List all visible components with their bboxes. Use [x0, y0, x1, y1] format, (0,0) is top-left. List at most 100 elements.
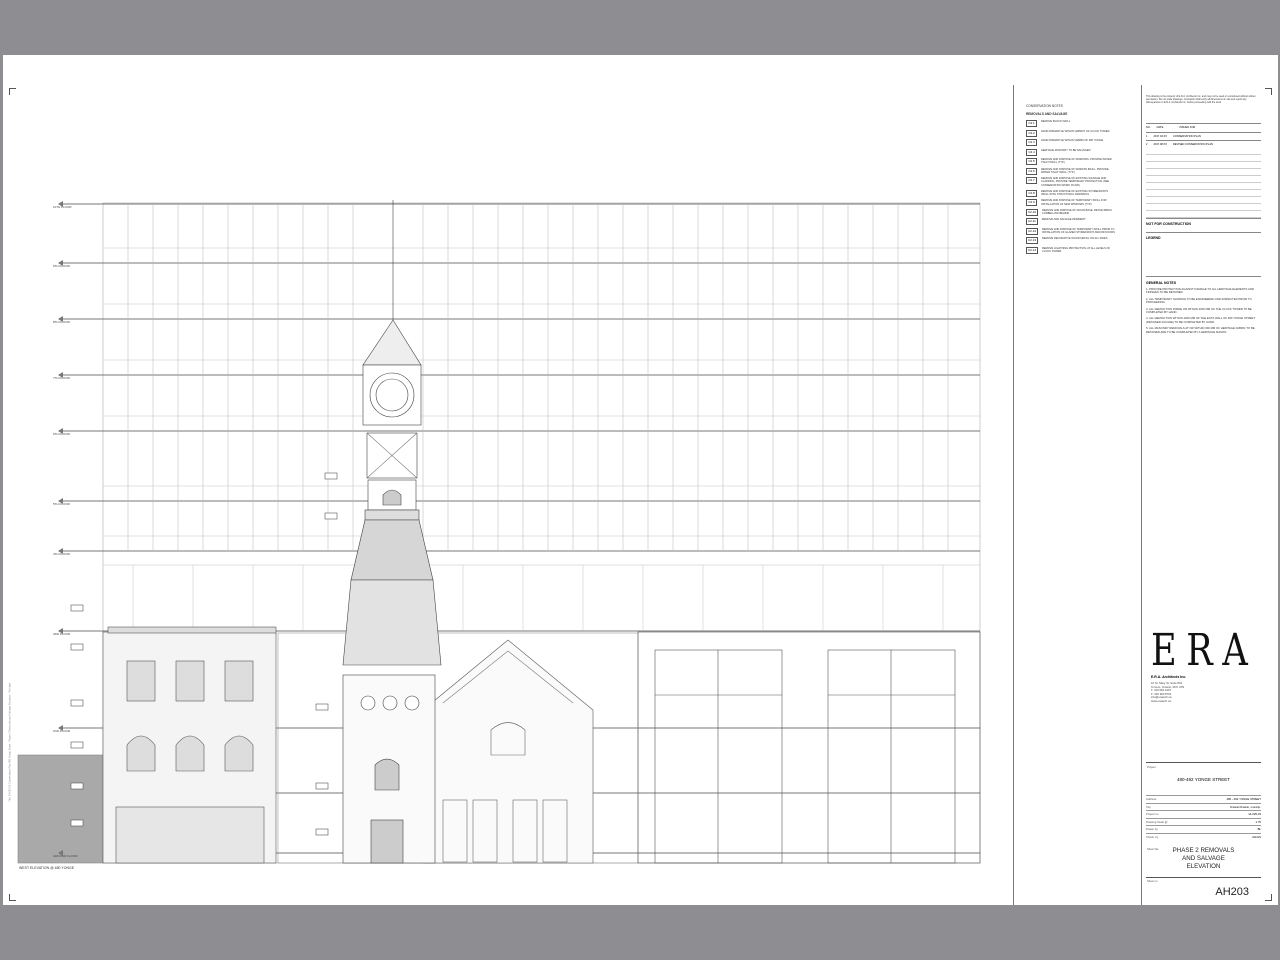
floor-label: GROUND FLOOR [53, 854, 78, 858]
field-value: 1:75 [1255, 819, 1261, 824]
field-label: Address [1146, 797, 1157, 802]
general-notes-title: GENERAL NOTES [1146, 276, 1261, 285]
elevation-title: WEST ELEVATION @ 480 YONGE [19, 866, 75, 870]
note-item: C2.13 REMOVE DECORATIVE WOOD DETAIL ON AL… [1026, 237, 1116, 245]
note-item: C2.10 REMOVE AND DISPOSE OF WOOD BASE. RE… [1026, 208, 1116, 216]
notes-subtitle: REMOVALS AND SALVAGE [1026, 112, 1068, 116]
note-tag: C2.8 [1026, 189, 1037, 197]
project-fields: Address 480 - 492 YONGE STREET City Ontario… [1146, 795, 1261, 840]
note-tag: C2.13 [1026, 237, 1039, 245]
note-text: REMOVE AND DISPOSE OF WOOD BASE. RETAIN … [1042, 208, 1113, 216]
note-tag: C2.11 [1026, 218, 1038, 226]
era-logo: ERA [1151, 625, 1258, 676]
address-line: www.eraarch.ca [1151, 698, 1171, 703]
note-item: C2.8 REMOVE AND DISPOSE OF EXISTING STORE… [1026, 189, 1116, 197]
rev-desc: REVISED CONSERVATION PLAN [1173, 143, 1213, 146]
project-field-row: Drawing Scale @ 1:75 [1146, 817, 1261, 826]
sheet-number: AH203 [1215, 886, 1249, 898]
field-value: BL [1257, 827, 1261, 832]
field-label: Drawn by [1146, 827, 1158, 832]
floor-label: 10TH FLOOR [53, 205, 72, 209]
revision-row: 1 2017.04.XX CONSERVATION PLAN [1146, 132, 1261, 140]
field-value: 14-025-03 [1248, 812, 1261, 817]
note-tag: C2.4 [1026, 148, 1037, 156]
note-text: REMOVE DECORATIVE WOOD DETAIL ON ALL SID… [1042, 237, 1108, 241]
note-item: C2.1 REMOVE BLOCK INFILL [1026, 120, 1116, 127]
sheet-no-label: Sheet no. [1147, 880, 1159, 883]
rev-date: 2017.04.XX [1153, 135, 1168, 138]
note-text: REMOVE BLOCK INFILL [1041, 120, 1071, 123]
rev-header-no: NO. [1146, 126, 1151, 129]
rev-no: 2 [1146, 143, 1148, 146]
floor-label: 4TH FLOOR [53, 552, 70, 556]
note-text: HERITAGE MASONRY TO BE SALVAGED [1041, 148, 1091, 152]
note-text: REMOVE AND DISPOSE OF WINDOWS. PROVIDE W… [1041, 158, 1112, 165]
note-tag: C2.5 [1026, 158, 1037, 165]
note-tag: C2.2 [1026, 129, 1037, 137]
note-item: C2.9 REMOVE AND DISPOSE OF TEMPORARY INFI… [1026, 199, 1116, 207]
floor-label: 6TH FLOOR [53, 432, 70, 436]
note-text: REMOVE AND DISPOSE OF EXISTING SIGNAGE A… [1041, 177, 1110, 187]
note-item: C2.5 REMOVE AND DISPOSE OF WINDOWS. PROVI… [1026, 158, 1116, 165]
note-item: C2.12 REMOVE AND DISPOSE OF TEMPORARY INF… [1026, 227, 1116, 235]
firm-address: 10 St. Mary St, Suite 801 Toronto, Ontari… [1151, 681, 1184, 704]
project-field-row: Project no. 14-025-03 [1146, 810, 1261, 818]
sheet-divider [1141, 85, 1142, 905]
notes-list: C2.1 REMOVE BLOCK INFILL C2.2 HAND DISMANTL… [1026, 120, 1116, 254]
project-field-row: City Ontario/Ontario, municip. [1146, 802, 1261, 811]
note-text: HAND DISMANTLE WITHIN CEMBA OF 480 YONGE [1041, 139, 1104, 142]
drawing-sheet: File: 14-025-03 Conservation Plan 480 Yo… [3, 55, 1278, 905]
note-text: REMOVE AND DISPOSE OF TEMPORARY INFILL F… [1041, 199, 1107, 206]
project-field-row: Check. by AN/GS [1146, 832, 1261, 841]
note-item: C2.6 REMOVE AND DISPOSE OF WINDOW INFILL.… [1026, 167, 1116, 175]
general-note: 4. ALL DEMOLITION WITHIN 1000 MM OF THE … [1146, 316, 1256, 324]
crop-mark [1265, 894, 1272, 901]
field-label: Drawing Scale @ [1146, 819, 1168, 824]
general-note: 3. ALL DEMOLITION INSIDE OR WITHIN 2000 … [1146, 306, 1252, 315]
general-note: 5. ALL MASONRY REMOVALS AT OR WITHIN 300… [1146, 326, 1255, 334]
title-block: This drawing is the property of E.R.A. A… [1146, 95, 1261, 900]
not-for-construction: NOT FOR CONSTRUCTION [1146, 218, 1261, 232]
sheet-divider [1013, 85, 1014, 905]
field-value: 480 - 492 YONGE STREET [1226, 797, 1261, 802]
note-item: C2.3 HAND DISMANTLE WITHIN CEMBA OF 480 Y… [1026, 139, 1116, 146]
general-notes: 1. PROVIDE PROTECTION AGAINST DAMAGE TO … [1146, 287, 1261, 334]
sheet-title-line: AND SALVAGE [1182, 855, 1225, 862]
field-label: Check. by [1146, 834, 1159, 839]
crop-mark [1265, 88, 1272, 95]
note-tag: C2.12 [1026, 227, 1039, 235]
project-field-row: Drawn by BL [1146, 825, 1261, 833]
note-tag: C2.1 [1026, 120, 1037, 127]
floor-label: 7TH FLOOR [53, 376, 70, 380]
note-item: C2.14 REMOVE LIGHTNING PROTECTION, AT ALL… [1026, 246, 1116, 254]
note-tag: C2.3 [1026, 139, 1037, 146]
note-tag: C2.14 [1026, 246, 1039, 254]
elevation-drawing [17, 200, 981, 864]
sheet-title-line: ELEVATION [1186, 863, 1221, 870]
floor-label: 9TH FLOOR [53, 264, 70, 268]
sheet-title: PHASE 2 REMOVALS AND SALVAGE ELEVATION [1146, 847, 1261, 871]
floor-label: 3RD FLOOR [53, 632, 71, 636]
general-note: 1. PROVIDE PROTECTION AGAINST DAMAGE TO … [1146, 287, 1254, 295]
sheet-no-box: Sheet no. AH203 [1146, 877, 1261, 900]
note-item: C2.2 HAND DISMANTLE WITHIN GRIMMY OF CLOC… [1026, 129, 1116, 137]
revision-blank-rows [1146, 148, 1261, 218]
note-tag: C2.10 [1026, 208, 1039, 216]
notes-title: CONSERVATION NOTES [1026, 104, 1063, 108]
project-name: 480-492 YONGE STREET [1177, 777, 1230, 782]
rev-header-date: DATE [1156, 126, 1164, 129]
note-text: REMOVE AND DISPOSE OF WINDOW INFILL. PRO… [1041, 167, 1109, 174]
sheet-title-line: PHASE 2 REMOVALS [1172, 847, 1235, 854]
note-tag: C2.6 [1026, 167, 1037, 175]
field-label: Project no. [1146, 812, 1160, 817]
note-item: C2.7 REMOVE AND DISPOSE OF EXISTING SIGNA… [1026, 177, 1116, 187]
note-text: REMOVE AND DISPOSE OF TEMPORARY INFILL P… [1042, 227, 1115, 235]
general-note: 2. ALL TEMPORARY SHORING TO BE ENGINEERE… [1146, 296, 1252, 305]
note-text: HAND DISMANTLE WITHIN GRIMMY OF CLOCK TO… [1041, 129, 1110, 133]
field-label: City [1146, 804, 1151, 809]
project-label: Project [1147, 765, 1156, 769]
field-value: AN/GS [1252, 834, 1261, 839]
project-field-row: Address 480 - 492 YONGE STREET [1146, 795, 1261, 803]
rev-date: 2017.08.XX [1153, 143, 1168, 146]
note-item: C2.4 HERITAGE MASONRY TO BE SALVAGED [1026, 148, 1116, 156]
